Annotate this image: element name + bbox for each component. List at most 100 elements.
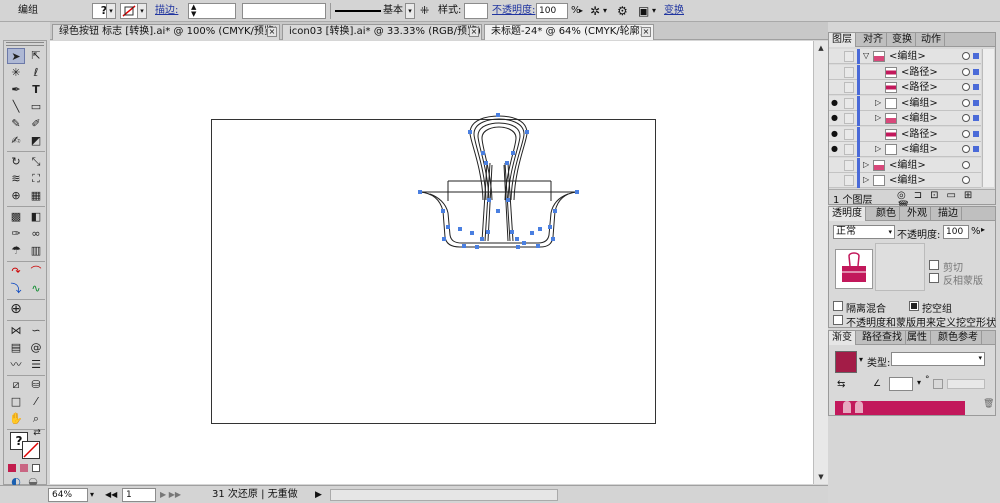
layer-row[interactable]: ● ▷ <编组> — [829, 111, 981, 126]
rotate-tool-icon[interactable]: ↻ — [7, 154, 25, 170]
tab-stroke[interactable]: 描边 — [935, 207, 962, 221]
stroke-dropdown[interactable]: ▾ — [137, 3, 147, 19]
mask-slot[interactable] — [875, 243, 925, 291]
tab-gradient[interactable]: 渐变 — [829, 331, 856, 345]
collapse-triangle-icon[interactable]: ▷ — [863, 175, 869, 184]
reverse-gradient-icon[interactable]: ⇆ — [837, 379, 845, 390]
target-circle-icon[interactable] — [962, 145, 970, 153]
swatch-dropdown-icon[interactable]: ▾ — [859, 355, 863, 364]
lock-toggle[interactable] — [844, 144, 854, 155]
layer-row[interactable]: <路径> — [829, 80, 981, 95]
graph-tool-icon[interactable]: ▥ — [27, 243, 45, 259]
free-transform-icon[interactable]: ⛶ — [27, 171, 45, 187]
slice-tool-icon[interactable]: ⧄ — [7, 377, 25, 393]
join-tool-icon[interactable]: ⤵ — [7, 281, 25, 297]
lock-toggle[interactable] — [844, 128, 854, 140]
visibility-eye-icon[interactable] — [831, 67, 841, 77]
angle-input[interactable] — [889, 377, 913, 391]
lock-toggle[interactable] — [844, 159, 854, 171]
layer-row[interactable]: ▽ <编组> — [829, 49, 981, 64]
brush-dropdown[interactable]: ▾ — [405, 3, 415, 19]
collapse-triangle-icon[interactable]: ▷ — [875, 98, 881, 107]
opacity-input[interactable]: 100 — [943, 225, 969, 239]
blob-brush-icon[interactable]: ✍ — [7, 133, 25, 149]
selection-indicator[interactable] — [973, 115, 979, 121]
opacity-mask-checkbox[interactable] — [833, 315, 843, 325]
variable-width-profile[interactable] — [242, 3, 326, 19]
lasso-icon[interactable]: ℓ — [27, 65, 45, 81]
target-circle-icon[interactable] — [962, 176, 970, 184]
scroll-down-icon[interactable]: ▼ — [816, 472, 826, 482]
gradient-tool-icon[interactable]: ◧ — [27, 209, 45, 225]
layer-row[interactable]: ▷ <编组> — [829, 173, 981, 188]
tab-layers[interactable]: 图层 — [829, 33, 856, 47]
selection-indicator[interactable] — [973, 99, 979, 106]
recolor-icon[interactable]: ✲ — [590, 3, 600, 19]
align-list-icon[interactable]: ☰ — [27, 357, 45, 373]
stroke-color-icon[interactable] — [22, 441, 40, 459]
clip-checkbox[interactable] — [929, 260, 939, 270]
pen-tool-icon[interactable]: ✒ — [7, 82, 25, 98]
gradient-stop[interactable] — [855, 401, 863, 413]
scale-tool-icon[interactable]: ⤡ — [27, 154, 45, 170]
gradient-mode-icon[interactable] — [20, 464, 28, 472]
tab-appearance[interactable]: 外观 — [904, 207, 931, 221]
selection-indicator[interactable] — [973, 130, 979, 137]
lock-toggle[interactable] — [844, 97, 854, 109]
selection-indicator[interactable] — [973, 146, 979, 152]
artboard-tool-icon[interactable]: □ — [7, 394, 25, 410]
blend-mode-select[interactable]: 正常 ▾ — [833, 225, 895, 239]
visibility-eye-icon[interactable]: ● — [831, 98, 841, 108]
mesh-tool-icon[interactable]: ▩ — [7, 209, 25, 225]
visibility-eye-icon[interactable] — [831, 175, 841, 185]
gradient-stop[interactable] — [843, 401, 851, 413]
swap-colors-icon[interactable]: ⇄ — [31, 425, 43, 441]
target-circle-icon[interactable] — [962, 160, 970, 169]
expand-triangle-icon[interactable]: ▽ — [863, 51, 869, 60]
zigzag-icon[interactable]: 〰 — [7, 357, 25, 373]
graphic-style-swatch[interactable] — [464, 3, 488, 19]
align-to-dropdown[interactable]: ▾ — [652, 3, 656, 19]
visibility-eye-icon[interactable] — [831, 82, 841, 92]
recolor-dropdown[interactable]: ▾ — [603, 3, 607, 19]
visibility-eye-icon[interactable]: ● — [831, 129, 841, 139]
angle-dropdown-icon[interactable]: ▾ — [917, 378, 921, 387]
lock-toggle[interactable] — [844, 66, 854, 78]
width-tool-icon[interactable]: ≋ — [7, 171, 25, 187]
rectangle-tool-icon[interactable]: ▭ — [27, 99, 45, 115]
opacity-label-link[interactable]: 不透明度: — [492, 3, 535, 19]
opacity-input[interactable]: 100 — [536, 3, 568, 19]
doc-tab-1[interactable]: 绿色按钮 标志 [转换].ai* @ 100% (CMYK/预览) × — [52, 24, 280, 40]
blend-tool-icon[interactable]: ∞ — [27, 226, 45, 242]
eyedropper-icon[interactable]: ✑ — [7, 226, 25, 242]
binder-clip-artwork[interactable] — [50, 41, 813, 484]
collapse-triangle-icon[interactable]: ▷ — [863, 160, 869, 169]
next-artboard-icon[interactable]: ▶ ▶▶ — [160, 488, 181, 502]
target-circle-icon[interactable] — [962, 129, 970, 138]
magic-wand-icon[interactable]: ✳ — [7, 65, 25, 81]
align-to-icon[interactable]: ▣ — [638, 3, 649, 19]
perspective-grid-icon[interactable]: ▦ — [27, 188, 45, 204]
lock-toggle[interactable] — [844, 175, 854, 186]
close-icon[interactable]: × — [267, 27, 277, 37]
envelope-icon[interactable]: ⋈ — [7, 323, 25, 339]
panel-grip[interactable] — [6, 42, 44, 46]
gradient-type-select[interactable]: ▾ — [891, 352, 985, 366]
symbol-sprayer-icon[interactable]: ☂ — [7, 243, 25, 259]
lock-toggle[interactable] — [844, 51, 854, 62]
doc-tab-3[interactable]: 未标题-24* @ 64% (CMYK/轮廓) × — [484, 24, 654, 40]
zoom-dropdown[interactable]: ▾ — [90, 488, 94, 502]
target-circle-icon[interactable] — [962, 83, 970, 91]
tab-transparency[interactable]: 透明度 — [829, 207, 866, 221]
layer-row[interactable]: ● <路径> — [829, 126, 981, 142]
mask-thumbnail[interactable] — [835, 249, 873, 289]
paintbrush-icon[interactable]: ✎ — [7, 116, 25, 132]
tab-align[interactable]: 对齐 — [860, 33, 887, 47]
tab-transform[interactable]: 变换 — [889, 33, 916, 47]
opacity-expand-icon[interactable]: ▸ — [579, 3, 583, 19]
document-canvas[interactable] — [50, 41, 813, 484]
hand-tool-icon[interactable]: ✋ — [7, 411, 25, 427]
eraser-icon[interactable]: ◩ — [27, 133, 45, 149]
delete-stop-icon[interactable]: 🗑 — [983, 399, 994, 409]
selection-indicator[interactable] — [973, 84, 979, 90]
